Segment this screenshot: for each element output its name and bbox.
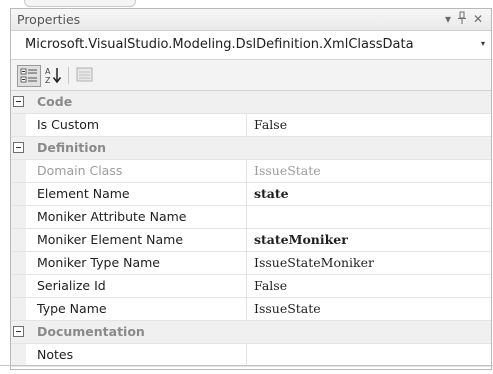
row-gutter [11,183,26,205]
categorized-icon [20,68,37,83]
property-name: Element Name [26,183,247,205]
category-label: Documentation [37,324,145,339]
row-gutter [11,298,26,320]
selected-object-text: Microsoft.VisualStudio.Modeling.DslDefin… [25,37,414,52]
property-name: Serialize Id [26,275,247,297]
chevron-down-icon[interactable]: ▾ [481,39,485,48]
property-grid: Code Is Custom False Definition Domain C… [11,91,491,367]
property-row-moniker-type-name[interactable]: Moniker Type Name IssueStateMoniker [11,252,491,275]
property-name: Moniker Type Name [26,252,247,274]
row-gutter [11,229,26,251]
category-label: Definition [37,140,107,155]
title-bar: Properties ▾ ✕ [11,9,491,31]
property-name: Is Custom [26,114,247,136]
property-row-moniker-element-name[interactable]: Moniker Element Name stateMoniker [11,229,491,252]
toolbar-separator [68,67,69,84]
property-pages-button[interactable] [74,65,96,85]
property-row-domain-class[interactable]: Domain Class IssueState [11,160,491,183]
category-definition[interactable]: Definition [11,137,491,160]
property-row-type-name[interactable]: Type Name IssueState [11,298,491,321]
bottom-divider [0,365,493,366]
property-value[interactable]: IssueState [248,298,491,320]
window-title: Properties [17,12,81,27]
collapse-icon[interactable] [13,326,24,337]
document-tab-edge [24,0,136,7]
row-gutter [11,344,26,366]
property-value[interactable]: False [248,114,491,136]
property-row-notes[interactable]: Notes [11,344,491,367]
properties-toolbar: A Z [11,60,491,91]
property-row-is-custom[interactable]: Is Custom False [11,114,491,137]
property-value[interactable]: False [248,275,491,297]
row-gutter [11,114,26,136]
properties-window: Properties ▾ ✕ Microsoft.VisualStudio.Mo… [10,8,492,370]
property-value[interactable]: state [248,183,491,205]
property-value[interactable]: stateMoniker [248,229,491,251]
categorized-button[interactable] [17,65,41,87]
row-gutter [11,275,26,297]
collapse-icon[interactable] [13,96,24,107]
property-value[interactable]: IssueStateMoniker [248,252,491,274]
top-strip [0,0,493,8]
property-name: Moniker Element Name [26,229,247,251]
property-row-serialize-id[interactable]: Serialize Id False [11,275,491,298]
property-name: Moniker Attribute Name [26,206,247,228]
window-menu-dropdown-icon[interactable]: ▾ [441,11,455,27]
property-name: Domain Class [26,160,247,182]
property-name: Notes [26,344,247,366]
category-code[interactable]: Code [11,91,491,114]
svg-text:Z: Z [45,76,51,85]
close-icon[interactable]: ✕ [471,11,485,27]
svg-text:A: A [45,67,51,76]
property-value[interactable] [248,344,491,366]
property-row-element-name[interactable]: Element Name state [11,183,491,206]
property-row-moniker-attribute-name[interactable]: Moniker Attribute Name [11,206,491,229]
property-name: Type Name [26,298,247,320]
row-gutter [11,160,26,182]
property-value: IssueState [254,163,321,178]
property-value[interactable] [248,206,491,228]
alphabetical-button[interactable]: A Z [43,65,65,85]
category-label: Code [37,94,73,109]
collapse-icon[interactable] [13,142,24,153]
row-gutter [11,252,26,274]
sort-az-icon: A Z [45,67,62,85]
row-gutter [11,206,26,228]
category-documentation[interactable]: Documentation [11,321,491,344]
pin-icon[interactable] [455,11,469,27]
property-pages-icon [76,67,93,82]
object-selector-dropdown[interactable]: Microsoft.VisualStudio.Modeling.DslDefin… [11,31,491,60]
